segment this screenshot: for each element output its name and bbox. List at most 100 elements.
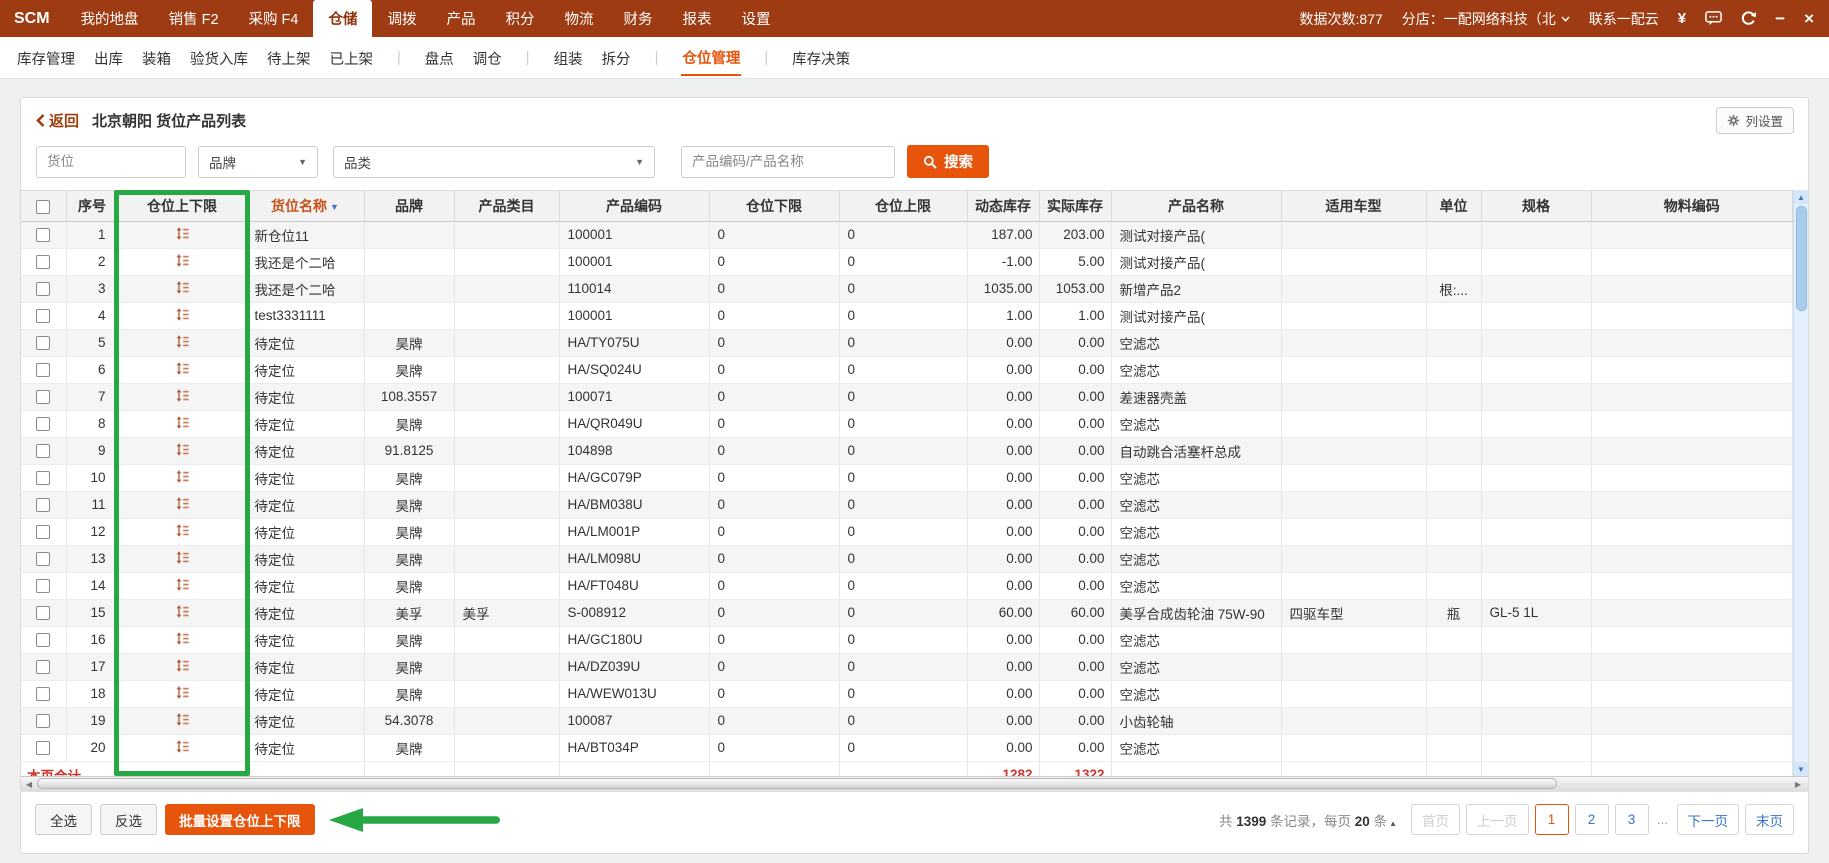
limits-adjust-icon[interactable] — [175, 442, 190, 457]
page-button-2[interactable]: 1 — [1535, 804, 1569, 835]
limits-adjust-icon[interactable] — [175, 226, 190, 241]
row-checkbox[interactable] — [36, 525, 50, 539]
limits-adjust-icon[interactable] — [175, 496, 190, 511]
row-checkbox[interactable] — [36, 336, 50, 350]
brand-select[interactable]: 品牌 ▼ — [198, 146, 318, 178]
row-checkbox[interactable] — [36, 282, 50, 296]
subnav-item-10[interactable]: 组装 — [553, 40, 584, 75]
limits-adjust-icon[interactable] — [175, 604, 190, 619]
select-all-checkbox[interactable] — [36, 200, 50, 214]
scroll-left-icon[interactable]: ◀ — [21, 780, 37, 789]
batch-set-limits-button[interactable]: 批量设置仓位上下限 — [165, 804, 315, 835]
page-button-1[interactable]: 上一页 — [1466, 804, 1529, 835]
row-checkbox[interactable] — [36, 579, 50, 593]
row-checkbox[interactable] — [36, 309, 50, 323]
horizontal-scrollbar[interactable]: ◀ ▶ — [21, 776, 1808, 791]
limits-adjust-icon[interactable] — [175, 253, 190, 268]
vscroll-thumb[interactable] — [1796, 206, 1807, 311]
page-button-6[interactable]: 下一页 — [1677, 804, 1740, 835]
subnav-item-3[interactable]: 验货入库 — [189, 40, 249, 75]
hscroll-thumb[interactable] — [37, 778, 1557, 789]
scroll-right-icon[interactable]: ▶ — [1790, 780, 1806, 789]
topnav-item-7[interactable]: 物流 — [549, 0, 608, 37]
limits-adjust-icon[interactable] — [175, 280, 190, 295]
message-icon[interactable] — [1705, 11, 1722, 26]
topnav-item-3[interactable]: 仓储 — [313, 0, 372, 37]
row-checkbox[interactable] — [36, 228, 50, 242]
row-checkbox[interactable] — [36, 660, 50, 674]
subnav-item-4[interactable]: 待上架 — [266, 40, 312, 75]
product-search-input[interactable] — [681, 146, 895, 178]
currency-icon[interactable]: ¥ — [1678, 10, 1686, 27]
row-checkbox[interactable] — [36, 741, 50, 755]
row-checkbox[interactable] — [36, 687, 50, 701]
limits-adjust-icon[interactable] — [175, 712, 190, 727]
per-page-select[interactable]: 20 — [1355, 814, 1370, 829]
vertical-scrollbar[interactable]: ▲ ▼ — [1793, 190, 1808, 776]
column-header-lower[interactable]: 仓位下限 — [709, 191, 839, 221]
topnav-item-6[interactable]: 积分 — [490, 0, 549, 37]
app-logo[interactable]: SCM — [0, 0, 66, 37]
topnav-item-1[interactable]: 销售 F2 — [154, 0, 234, 37]
subnav-item-5[interactable]: 已上架 — [329, 40, 375, 75]
close-icon[interactable]: × — [1804, 9, 1814, 29]
limits-adjust-icon[interactable] — [175, 469, 190, 484]
subnav-item-1[interactable]: 出库 — [93, 40, 124, 75]
column-header-actual[interactable]: 实际库存 — [1039, 191, 1111, 221]
select-all-button[interactable]: 全选 — [35, 804, 92, 835]
column-header-location[interactable]: 货位名称▼ — [246, 191, 364, 221]
column-header-unit[interactable]: 单位 — [1426, 191, 1481, 221]
subnav-item-8[interactable]: 调仓 — [472, 40, 503, 75]
page-button-3[interactable]: 2 — [1575, 804, 1609, 835]
subnav-item-7[interactable]: 盘点 — [424, 40, 455, 75]
limits-adjust-icon[interactable] — [175, 307, 190, 322]
limits-adjust-icon[interactable] — [175, 415, 190, 430]
limits-adjust-icon[interactable] — [175, 523, 190, 538]
limits-adjust-icon[interactable] — [175, 361, 190, 376]
per-page-caret-icon[interactable]: ▲ — [1389, 819, 1397, 828]
page-button-7[interactable]: 末页 — [1745, 804, 1794, 835]
topnav-item-5[interactable]: 产品 — [431, 0, 490, 37]
row-checkbox[interactable] — [36, 606, 50, 620]
column-header-limits[interactable]: 仓位上下限 — [118, 191, 246, 221]
limits-adjust-icon[interactable] — [175, 334, 190, 349]
category-select[interactable]: 品类 ▼ — [333, 146, 655, 178]
topnav-item-2[interactable]: 采购 F4 — [234, 0, 314, 37]
limits-adjust-icon[interactable] — [175, 577, 190, 592]
subnav-item-2[interactable]: 装箱 — [141, 40, 172, 75]
scroll-up-icon[interactable]: ▲ — [1794, 190, 1808, 204]
minimize-icon[interactable]: − — [1775, 9, 1785, 29]
topnav-item-10[interactable]: 设置 — [726, 0, 785, 37]
row-checkbox[interactable] — [36, 552, 50, 566]
limits-adjust-icon[interactable] — [175, 658, 190, 673]
column-settings-button[interactable]: 列设置 — [1716, 107, 1794, 134]
topnav-item-8[interactable]: 财务 — [608, 0, 667, 37]
limits-adjust-icon[interactable] — [175, 550, 190, 565]
column-header-upper[interactable]: 仓位上限 — [839, 191, 967, 221]
topnav-item-9[interactable]: 报表 — [667, 0, 726, 37]
limits-adjust-icon[interactable] — [175, 739, 190, 754]
row-checkbox[interactable] — [36, 363, 50, 377]
scroll-down-icon[interactable]: ▼ — [1794, 762, 1808, 776]
subnav-item-0[interactable]: 库存管理 — [16, 40, 76, 75]
row-checkbox[interactable] — [36, 255, 50, 269]
topnav-item-0[interactable]: 我的地盘 — [66, 0, 154, 37]
subnav-item-15[interactable]: 库存决策 — [791, 40, 851, 75]
branch-selector[interactable]: 分店：一配网络科技（北 — [1402, 9, 1570, 29]
limits-adjust-icon[interactable] — [175, 631, 190, 646]
refresh-icon[interactable] — [1741, 11, 1756, 26]
column-header-material[interactable]: 物料编码 — [1591, 191, 1793, 221]
subnav-item-11[interactable]: 拆分 — [601, 40, 632, 75]
invert-selection-button[interactable]: 反选 — [100, 804, 157, 835]
column-header-seq[interactable]: 序号 — [66, 191, 118, 221]
page-button-4[interactable]: 3 — [1615, 804, 1649, 835]
row-checkbox[interactable] — [36, 444, 50, 458]
limits-adjust-icon[interactable] — [175, 685, 190, 700]
row-checkbox[interactable] — [36, 633, 50, 647]
column-header-brand[interactable]: 品牌 — [364, 191, 454, 221]
limits-adjust-icon[interactable] — [175, 388, 190, 403]
row-checkbox[interactable] — [36, 390, 50, 404]
row-checkbox[interactable] — [36, 417, 50, 431]
location-input[interactable] — [36, 146, 186, 178]
column-header-dynamic[interactable]: 动态库存 — [967, 191, 1039, 221]
